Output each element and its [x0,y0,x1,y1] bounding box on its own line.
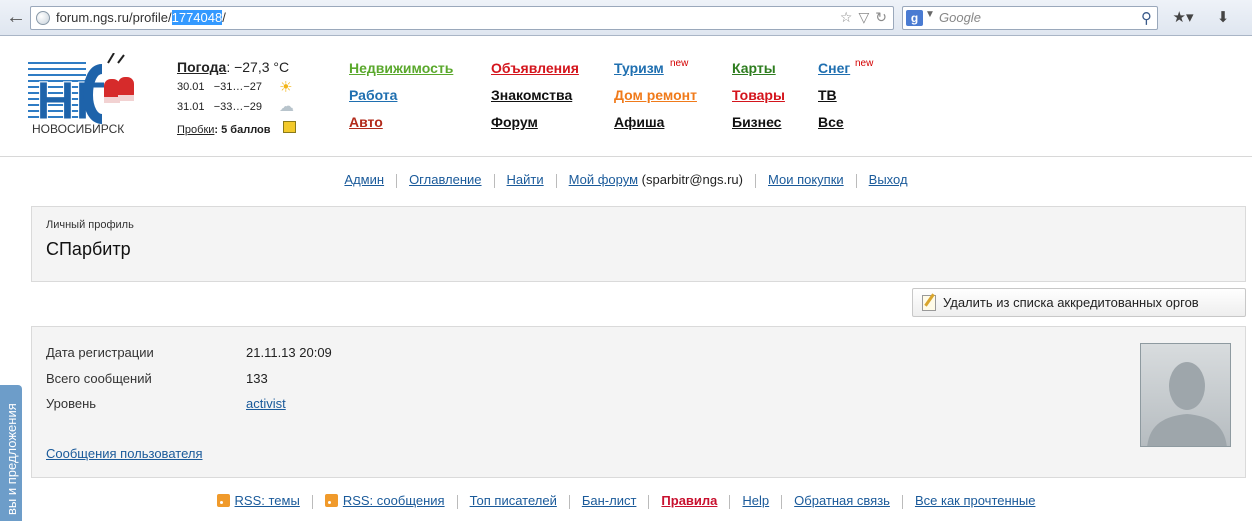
reg-date-value: 21.11.13 20:09 [246,345,332,360]
rss-topics-link[interactable]: RSS: темы [235,493,300,508]
menu-business[interactable]: Бизнес [732,114,781,130]
chevron-down-icon[interactable]: ▼ [925,9,935,20]
menu-jobs[interactable]: Работа [349,87,397,103]
menu-dating[interactable]: Знакомства [491,87,572,103]
new-badge-snow: new [855,58,874,69]
weather-day2: 31.01 −33…−29 [177,101,263,113]
feedback-link[interactable]: Обратная связь [794,493,890,508]
sun-icon: ☀ [279,79,293,96]
logout-link[interactable]: Выход [869,172,908,187]
search-icon[interactable]: ⚲ [1141,9,1152,27]
menu-afisha[interactable]: Афиша [614,114,664,130]
admin-link[interactable]: Админ [344,172,384,187]
profile-info-panel: Дата регистрации 21.11.13 20:09 Всего со… [31,326,1246,478]
help-link[interactable]: Help [742,493,769,508]
cloud-icon: ☁ [279,98,294,115]
edit-note-icon [922,295,936,311]
remove-accredited-label: Удалить из списка аккредитованных оргов [943,295,1199,310]
profile-header-panel: Личный профиль СПарбитр [31,206,1246,282]
separator [901,494,903,509]
menu-tourism[interactable]: Туризм [614,60,664,76]
separator [755,173,756,188]
level-link[interactable]: activist [246,396,286,411]
traffic-link[interactable]: Пробки [177,124,214,136]
google-logo-icon[interactable]: g [906,10,923,26]
remove-accredited-button[interactable]: Удалить из списка аккредитованных оргов [912,288,1246,317]
menu-forum[interactable]: Форум [491,114,538,130]
top-writers-link[interactable]: Топ писателей [470,493,557,508]
posts-count-label: Всего сообщений [46,371,152,386]
level-label: Уровень [46,396,97,411]
separator [493,173,495,188]
user-email: (sparbitr@ngs.ru) [638,172,743,187]
separator [396,173,398,188]
separator [568,494,570,509]
forum-footer-nav: RSS: темы RSS: сообщения Топ писателей Бан-… [0,493,1252,509]
separator [456,494,458,509]
address-bar[interactable]: forum.ngs.ru/profile/1774048/ ☆ ▽ ↻ [30,6,894,30]
traffic-info: Пробки: 5 баллов [177,124,271,136]
url-text: forum.ngs.ru/profile/1774048/ [56,10,226,25]
rss-posts-link[interactable]: RSS: сообщения [343,493,445,508]
mark-all-read-link[interactable]: Все как прочтенные [915,493,1035,508]
city-name: НОВОСИБИРСК [32,122,125,136]
default-user-icon [1147,362,1227,446]
back-arrow-icon[interactable]: ← [3,5,29,31]
search-placeholder: Google [939,10,981,25]
avatar [1140,343,1231,447]
menu-tv[interactable]: ТВ [818,87,837,103]
ban-list-link[interactable]: Бан-лист [582,493,637,508]
url-selected-segment: 1774048 [171,10,223,25]
traffic-icon [283,121,296,133]
bookmark-star-icon[interactable]: ☆ [840,9,853,25]
rss-icon [216,494,230,507]
new-badge-tourism: new [670,58,689,69]
search-bar[interactable]: g ▼ Google ⚲ [902,6,1158,30]
bookmarks-menu-icon[interactable]: ★▾ [1168,7,1198,29]
weather-day1: 30.01 −31…−27 [177,81,263,93]
rules-link[interactable]: Правила [661,493,717,508]
reload-icon[interactable]: ↻ [875,9,887,25]
menu-all[interactable]: Все [818,114,844,130]
find-link[interactable]: Найти [507,172,544,187]
menu-goods[interactable]: Товары [732,87,785,103]
menu-auto[interactable]: Авто [349,114,383,130]
separator [781,494,783,509]
menu-maps[interactable]: Карты [732,60,776,76]
separator [311,494,313,509]
menu-home-repair[interactable]: Дом ремонт [614,87,697,103]
menu-realty[interactable]: Недвижимость [349,60,453,76]
weather-now: Погода: −27,3 °C [177,59,290,75]
weather-title[interactable]: Погода [177,59,226,75]
my-forum-link[interactable]: Мой форум [569,172,638,187]
site-header: НГ НОВОСИБИРСК Погода: −27,3 °C 30.01 −3… [0,37,1252,157]
download-icon[interactable]: ⬇ [1212,7,1234,29]
profile-username: СПарбитр [46,239,131,259]
user-posts-link[interactable]: Сообщения пользователя [46,446,203,461]
browser-toolbar: ← forum.ngs.ru/profile/1774048/ ☆ ▽ ↻ g ▼ … [0,0,1252,36]
separator [555,173,557,188]
purchases-link[interactable]: Мои покупки [768,172,844,187]
globe-icon [36,11,50,25]
menu-ads[interactable]: Объявления [491,60,579,76]
menu-snow[interactable]: Снег [818,60,850,76]
dropdown-icon[interactable]: ▽ [858,9,869,25]
reg-date-label: Дата регистрации [46,345,154,360]
url-controls: ☆ ▽ ↻ [834,9,887,26]
posts-count-value: 133 [246,371,268,386]
forum-nav: Админ Оглавление Найти Мой форум (sparbitr@… [0,172,1252,188]
separator [729,494,731,509]
contents-link[interactable]: Оглавление [409,172,481,187]
profile-label: Личный профиль [46,219,134,231]
separator [648,494,650,509]
separator [855,173,857,188]
rss-icon [324,494,338,507]
